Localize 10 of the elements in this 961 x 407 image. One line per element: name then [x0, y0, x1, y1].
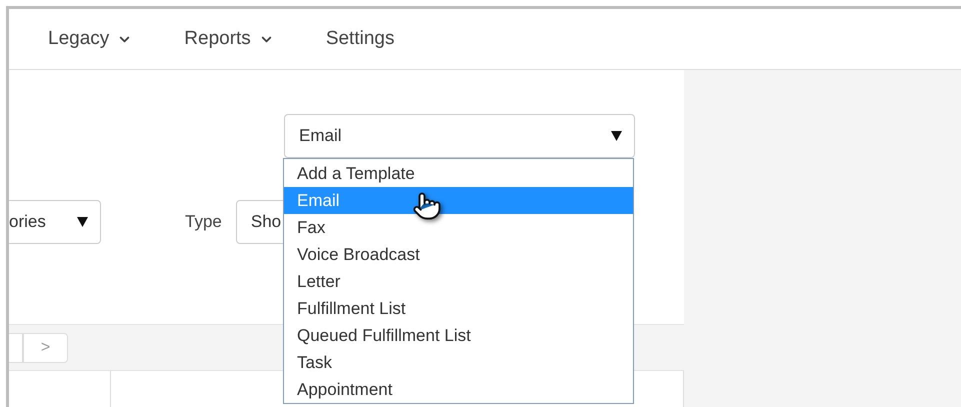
category-select[interactable]: ories: [9, 200, 101, 244]
page-button[interactable]: [9, 332, 23, 362]
pointer-hand-icon: [412, 191, 442, 221]
nav-item[interactable]: Reports: [184, 28, 274, 50]
nav-item[interactable]: Legacy: [48, 28, 132, 50]
nav-item[interactable]: Settings: [326, 28, 394, 50]
caret-icon: [77, 217, 88, 227]
caret-icon: [611, 131, 622, 141]
template-select[interactable]: Email: [284, 114, 635, 158]
type-label: Type: [185, 212, 222, 232]
